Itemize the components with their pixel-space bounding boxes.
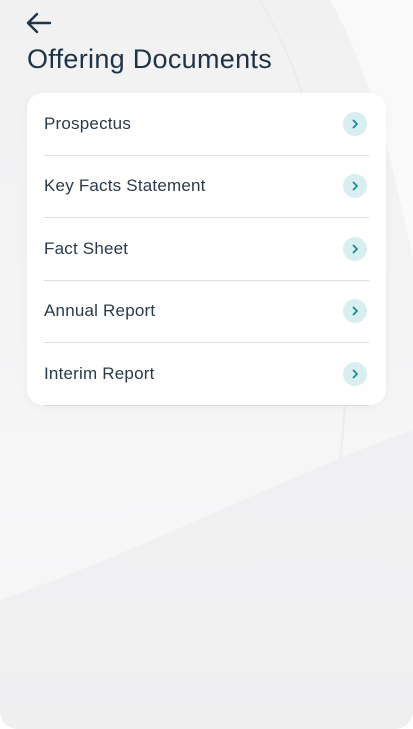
document-item-fact-sheet[interactable]: Fact Sheet xyxy=(44,218,369,281)
document-label: Fact Sheet xyxy=(44,238,129,258)
document-label: Key Facts Statement xyxy=(44,176,206,196)
chevron-right-icon xyxy=(343,111,367,136)
chevron-right-icon xyxy=(343,174,367,199)
document-item-interim-report[interactable]: Interim Report xyxy=(44,343,369,406)
document-item-annual-report[interactable]: Annual Report xyxy=(44,281,369,343)
back-button[interactable] xyxy=(24,10,54,36)
document-label: Interim Report xyxy=(44,363,155,383)
page-title: Offering Documents xyxy=(27,44,273,74)
document-item-key-facts-statement[interactable]: Key Facts Statement xyxy=(44,156,369,218)
document-label: Prospectus xyxy=(44,113,132,133)
documents-list: Prospectus Key Facts Statement Fact Shee… xyxy=(27,93,386,406)
chevron-right-icon xyxy=(343,299,367,324)
documents-card: Prospectus Key Facts Statement Fact Shee… xyxy=(27,93,386,406)
chevron-right-icon xyxy=(343,361,367,386)
offering-documents-screen: Offering Documents Prospectus Key Facts … xyxy=(0,0,413,729)
chevron-right-icon xyxy=(343,236,367,261)
document-label: Annual Report xyxy=(44,301,156,321)
document-item-prospectus[interactable]: Prospectus xyxy=(44,93,369,156)
arrow-left-icon xyxy=(26,12,52,34)
